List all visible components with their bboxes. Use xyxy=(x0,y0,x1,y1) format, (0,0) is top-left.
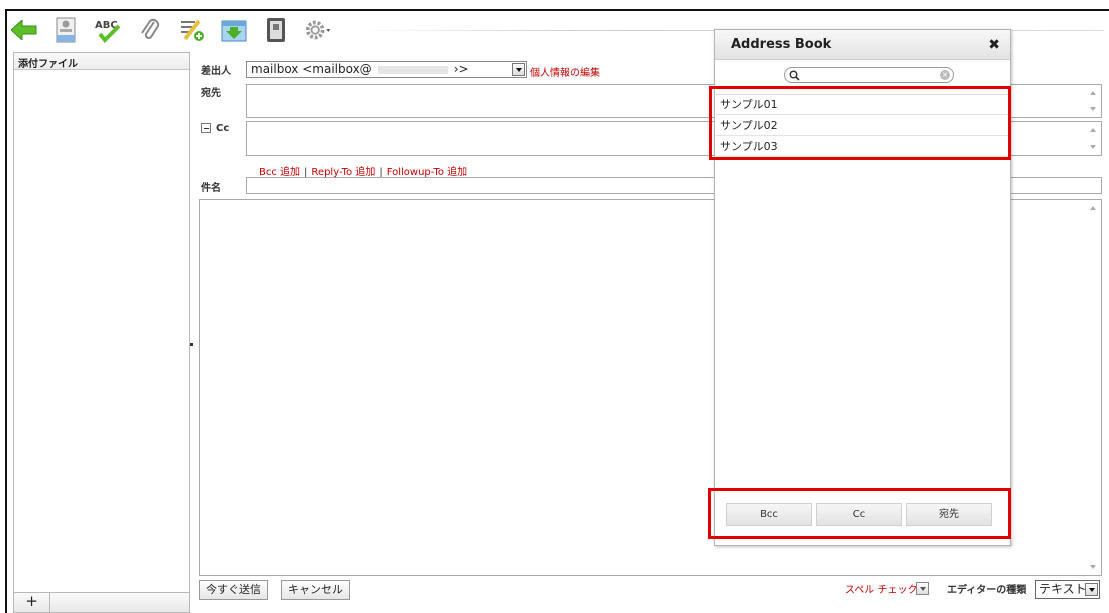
cc-collapse-toggle[interactable] xyxy=(201,123,211,133)
spell-check-link[interactable]: スペル チェック xyxy=(845,581,917,596)
close-icon[interactable]: ✖ xyxy=(988,30,1000,60)
edit-profile-link[interactable]: 個人情報の編集 xyxy=(530,64,600,79)
add-contacts-icon[interactable] xyxy=(178,16,206,44)
back-arrow-icon[interactable] xyxy=(10,16,38,44)
address-book-dialog: Address Book ✖ × サンプル01 サンプル02 サンプル03 Bc… xyxy=(714,29,1011,546)
editor-type-select[interactable]: テキスト xyxy=(1035,580,1100,599)
add-to-button[interactable]: 宛先 xyxy=(906,503,992,526)
clear-search-icon[interactable]: × xyxy=(940,70,950,80)
paperclip-icon[interactable] xyxy=(136,16,164,44)
address-book-titlebar[interactable]: Address Book ✖ xyxy=(715,30,1010,60)
sender-icon[interactable] xyxy=(52,16,80,44)
panel-splitter-handle[interactable] xyxy=(190,343,193,346)
chevron-down-icon[interactable] xyxy=(512,63,525,76)
subject-label: 件名 xyxy=(201,183,221,194)
from-label: 差出人 xyxy=(201,66,231,77)
editor-type-label: エディターの種類 xyxy=(947,585,1027,596)
from-value-start: mailbox <mailbox@ xyxy=(251,62,372,76)
redacted-domain xyxy=(377,65,448,74)
add-attachment-button[interactable]: + xyxy=(14,593,50,612)
editor-type-value: テキスト xyxy=(1039,582,1087,596)
toolbar: ABC xyxy=(10,12,346,48)
add-cc-button[interactable]: Cc xyxy=(816,503,902,526)
address-book-entry[interactable]: サンプル01 xyxy=(716,94,1009,115)
from-select[interactable]: mailbox <mailbox@ ›> xyxy=(246,61,527,78)
address-book-entry[interactable]: サンプル02 xyxy=(716,115,1009,136)
from-value-end: ›> xyxy=(453,62,469,76)
address-book-icon[interactable] xyxy=(262,16,290,44)
to-field-scrollbar[interactable] xyxy=(1085,85,1101,117)
attachments-footer: + xyxy=(13,592,190,613)
to-label: 宛先 xyxy=(201,88,221,99)
gear-icon[interactable] xyxy=(304,16,332,44)
cc-field-scrollbar[interactable] xyxy=(1085,122,1101,155)
cc-label: Cc xyxy=(216,123,230,134)
address-book-search-input[interactable]: × xyxy=(784,67,954,83)
chevron-down-icon[interactable] xyxy=(1085,583,1098,596)
search-icon xyxy=(789,70,800,81)
spell-check-language-dropdown[interactable] xyxy=(916,582,929,595)
save-download-icon[interactable] xyxy=(220,16,248,44)
add-header-links: Bcc 追加 | Reply-To 追加 | Followup-To 追加 xyxy=(259,163,467,178)
attachments-panel: 添付ファイル + xyxy=(13,52,190,613)
send-now-button[interactable]: 今すぐ送信 xyxy=(199,580,268,600)
body-scrollbar[interactable] xyxy=(1085,200,1101,575)
cancel-button[interactable]: キャンセル xyxy=(281,580,350,600)
attachments-header: 添付ファイル xyxy=(14,53,189,70)
address-book-list: サンプル01 サンプル02 サンプル03 xyxy=(716,94,1009,157)
address-book-title: Address Book xyxy=(731,37,832,52)
add-bcc-button[interactable]: Bcc xyxy=(726,503,812,526)
address-book-entry[interactable]: サンプル03 xyxy=(716,136,1009,157)
spellcheck-icon[interactable]: ABC xyxy=(94,16,122,44)
